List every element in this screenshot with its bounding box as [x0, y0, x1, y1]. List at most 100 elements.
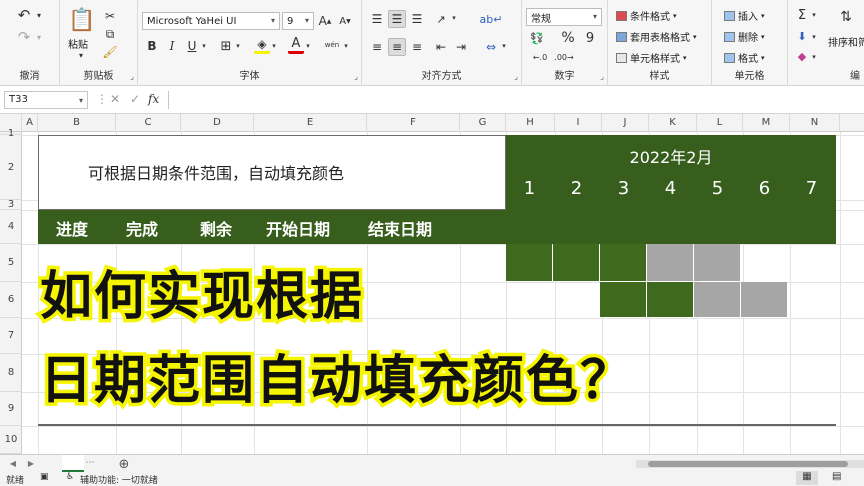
gantt-cell[interactable] [694, 244, 740, 281]
column-header-a[interactable]: A [22, 114, 38, 132]
name-box[interactable]: T33 ▾ [4, 91, 88, 109]
table-header-4[interactable]: 开始日期 [266, 216, 330, 240]
day-number-2[interactable]: 2 [553, 178, 600, 199]
row-header-8[interactable]: 8 [0, 354, 22, 392]
sheet-title[interactable]: 可根据日期条件范围，自动填充颜色 [88, 160, 344, 184]
gantt-cell[interactable] [741, 282, 787, 317]
table-header-5[interactable]: 结束日期 [368, 216, 432, 240]
align-left-icon[interactable]: ≡ [368, 38, 386, 56]
redo-dropdown-icon[interactable]: ▾ [34, 30, 44, 44]
row-header-6[interactable]: 6 [0, 282, 22, 318]
borders-icon[interactable]: ⊞ [218, 38, 234, 54]
decrease-decimal-icon[interactable]: .00→ [554, 50, 574, 64]
format-painter-icon[interactable]: 🖌 [102, 44, 118, 60]
redo-icon[interactable]: ↷ [14, 28, 34, 46]
next-sheet-icon[interactable]: ▶ [24, 456, 38, 470]
comma-style-button[interactable]: 9 [582, 30, 598, 46]
column-header-d[interactable]: D [181, 114, 254, 132]
increase-indent-icon[interactable]: ⇥ [452, 38, 470, 56]
align-bottom-icon[interactable]: ☰ [408, 10, 426, 28]
fill-icon[interactable]: ⬇ [794, 28, 810, 44]
font-size-select[interactable]: 9 ▾ [282, 12, 314, 30]
orientation-icon[interactable]: ↗ [432, 10, 450, 28]
column-header-b[interactable]: B [38, 114, 116, 132]
delete-button[interactable]: 删除 ▾ [724, 29, 765, 44]
sheet-list-icon[interactable]: ⋯ [84, 456, 96, 470]
row-header-10[interactable]: 10 [0, 426, 22, 454]
column-header-h[interactable]: H [506, 114, 555, 132]
fill-color-icon[interactable]: ◈ [254, 36, 270, 54]
wrap-text-icon[interactable]: ab↵ [480, 10, 503, 28]
sort-filter-button[interactable]: 排序和筛 [828, 34, 864, 49]
macro-record-icon[interactable]: ▣ [40, 472, 49, 482]
undo-icon[interactable]: ↶ [14, 6, 34, 24]
column-header-j[interactable]: J [602, 114, 649, 132]
phonetic-dropdown-icon[interactable]: ▾ [342, 40, 350, 52]
alignment-launcher-icon[interactable]: ⌟ [514, 72, 518, 81]
cut-icon[interactable]: ✂ [102, 8, 118, 24]
align-middle-icon[interactable]: ☰ [388, 10, 406, 28]
row-header-2[interactable]: 2 [0, 135, 22, 200]
fill-color-dropdown-icon[interactable]: ▾ [270, 40, 278, 52]
insert-function-button[interactable]: fx [148, 92, 159, 106]
undo-dropdown-icon[interactable]: ▾ [34, 8, 44, 22]
table-header-2[interactable]: 完成 [126, 216, 158, 240]
column-header-e[interactable]: E [254, 114, 367, 132]
column-header-c[interactable]: C [116, 114, 181, 132]
paste-dropdown-icon[interactable]: ▾ [76, 50, 86, 60]
page-layout-icon[interactable]: ▤ [832, 471, 841, 482]
gantt-cell[interactable] [647, 282, 693, 317]
italic-button[interactable]: I [164, 38, 180, 54]
normal-view-icon[interactable]: ▦ [796, 471, 818, 485]
clear-dropdown-icon[interactable]: ▾ [810, 50, 818, 64]
underline-dropdown-icon[interactable]: ▾ [200, 40, 208, 52]
gantt-cell[interactable] [506, 244, 552, 281]
paste-icon[interactable]: 📋 [68, 6, 96, 34]
row-header-5[interactable]: 5 [0, 244, 22, 282]
orientation-dropdown-icon[interactable]: ▾ [450, 12, 458, 24]
merge-dropdown-icon[interactable]: ▾ [500, 40, 508, 52]
currency-icon[interactable]: 💱 [528, 30, 546, 46]
align-top-icon[interactable]: ☰ [368, 10, 386, 28]
sort-filter-icon[interactable]: ⇅ [836, 6, 856, 28]
accessibility-icon[interactable]: ♿ [66, 472, 74, 482]
horizontal-scrollbar[interactable] [636, 460, 864, 468]
day-number-7[interactable]: 7 [788, 178, 835, 199]
column-header-k[interactable]: K [649, 114, 697, 132]
table-header-3[interactable]: 剩余 [200, 216, 232, 240]
column-header-i[interactable]: I [555, 114, 602, 132]
decrease-indent-icon[interactable]: ⇤ [432, 38, 450, 56]
paste-button[interactable]: 粘贴 [68, 36, 88, 51]
column-header-m[interactable]: M [743, 114, 790, 132]
prev-sheet-icon[interactable]: ◀ [6, 456, 20, 470]
day-number-3[interactable]: 3 [600, 178, 647, 199]
increase-decimal-icon[interactable]: ←.0 [530, 50, 550, 64]
font-color-dropdown-icon[interactable]: ▾ [304, 40, 312, 52]
day-number-1[interactable]: 1 [506, 178, 553, 199]
fill-dropdown-icon[interactable]: ▾ [810, 30, 818, 44]
gantt-cell[interactable] [553, 244, 599, 281]
day-number-5[interactable]: 5 [694, 178, 741, 199]
borders-dropdown-icon[interactable]: ▾ [234, 40, 242, 52]
column-header-n[interactable]: N [790, 114, 840, 132]
copy-icon[interactable]: ⧉ [102, 26, 118, 42]
day-number-4[interactable]: 4 [647, 178, 694, 199]
number-format-select[interactable]: 常规 ▾ [526, 8, 602, 26]
grow-font-icon[interactable]: A ▲ [316, 12, 334, 30]
clear-icon[interactable]: ◆ [794, 48, 810, 64]
cancel-icon[interactable]: ✕ [110, 92, 120, 106]
table-header-1[interactable]: 进度 [56, 216, 88, 240]
number-launcher-icon[interactable]: ⌟ [600, 72, 604, 81]
column-header-f[interactable]: F [367, 114, 460, 132]
row-header-4[interactable]: 4 [0, 210, 22, 244]
insert-button[interactable]: 插入 ▾ [724, 8, 765, 23]
clipboard-launcher-icon[interactable]: ⌟ [130, 72, 134, 81]
row-header-9[interactable]: 9 [0, 392, 22, 426]
percent-button[interactable]: % [560, 30, 576, 46]
conditional-formatting-button[interactable]: 条件格式 ▾ [616, 8, 677, 23]
sheet-tab[interactable] [62, 455, 84, 472]
align-right-icon[interactable]: ≡ [408, 38, 426, 56]
row-header-7[interactable]: 7 [0, 318, 22, 354]
gantt-cell[interactable] [647, 244, 693, 281]
status-accessibility[interactable]: 辅助功能: 一切就绪 [80, 473, 158, 486]
